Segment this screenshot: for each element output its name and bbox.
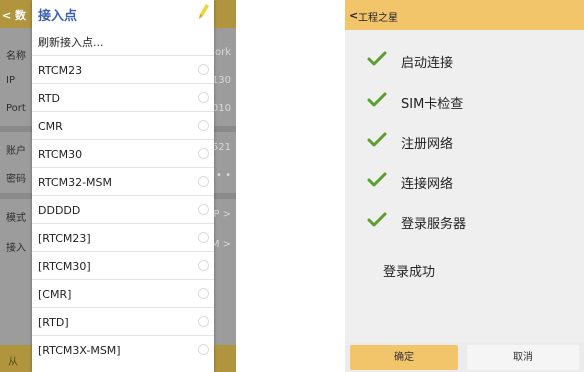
status-step-label: 连接网络 <box>401 177 454 192</box>
radio-button[interactable] <box>198 176 209 187</box>
check-icon <box>367 172 387 187</box>
bottom-button-bar: 确定 取消 <box>345 342 584 372</box>
list-item-label: [RTCM23] <box>38 232 91 245</box>
status-step-start-connection: 启动连接 <box>367 49 567 71</box>
status-step-label: 登录服务器 <box>401 217 467 232</box>
pencil-icon[interactable] <box>199 4 209 20</box>
row-label: 接入 <box>6 243 26 254</box>
list-item-label: [CMR] <box>38 288 72 301</box>
top-bar: < 工程之星 <box>345 0 584 30</box>
confirm-button[interactable]: 确定 <box>350 345 458 370</box>
background-back-label: 数 <box>15 9 27 22</box>
login-result-text: 登录成功 <box>383 265 436 280</box>
radio-button[interactable] <box>198 148 209 159</box>
list-item-label: RTCM30 <box>38 148 83 161</box>
radio-button[interactable] <box>198 260 209 271</box>
list-item[interactable]: RTCM30 <box>32 139 214 167</box>
row-value: 521 <box>211 142 231 153</box>
page-title: 工程之星 <box>358 13 398 24</box>
status-step-sim-check: SIM卡检查 <box>367 90 567 112</box>
radio-button[interactable] <box>198 344 209 355</box>
row-value: • • <box>216 170 231 181</box>
list-item-label: DDDDD <box>38 204 81 217</box>
check-icon <box>367 92 387 107</box>
right-phone-screen: < 工程之星 启动连接 SIM卡检查 注册网络 连接网络 登录服务器 登录成功 … <box>345 0 584 372</box>
list-item[interactable]: RTCM32-MSM <box>32 167 214 195</box>
row-label: 名称 <box>6 51 26 62</box>
radio-button[interactable] <box>198 92 209 103</box>
row-value: 130 <box>211 75 231 86</box>
check-icon <box>367 132 387 147</box>
list-item[interactable]: [RTCM30] <box>32 251 214 279</box>
list-item[interactable]: [RTCM23] <box>32 223 214 251</box>
radio-button[interactable] <box>198 204 209 215</box>
dialog-title: 接入点 <box>38 9 78 24</box>
status-step-login-server: 登录服务器 <box>367 210 567 232</box>
connection-status-panel: 启动连接 SIM卡检查 注册网络 连接网络 登录服务器 <box>345 30 584 342</box>
status-step-connect-network: 连接网络 <box>367 170 567 192</box>
row-value: ork <box>214 47 231 58</box>
access-point-dialog: 接入点 刷新接入点... RTCM23 RTD CMR RTCM30 RTCM3… <box>32 0 214 372</box>
list-item-label: CMR <box>38 120 63 133</box>
radio-button[interactable] <box>198 316 209 327</box>
row-label: Port <box>6 103 26 114</box>
background-bottom-label: 从 <box>8 357 18 368</box>
list-item[interactable]: [CMR] <box>32 279 214 307</box>
list-item[interactable]: DDDDD <box>32 195 214 223</box>
radio-button[interactable] <box>198 120 209 131</box>
list-item-label: [RTCM30] <box>38 260 91 273</box>
status-step-label: 注册网络 <box>401 137 454 152</box>
check-icon <box>367 51 387 66</box>
list-item-label: [RTD] <box>38 316 69 329</box>
status-step-label: 启动连接 <box>401 56 454 71</box>
status-step-label: SIM卡检查 <box>401 97 464 112</box>
check-icon <box>367 212 387 227</box>
row-label: 模式 <box>6 213 26 224</box>
list-item[interactable]: RTCM23 <box>32 55 214 83</box>
row-label: 密码 <box>6 174 26 185</box>
row-label: IP <box>6 75 15 86</box>
list-item-label: RTCM32-MSM <box>38 176 113 189</box>
list-item[interactable]: CMR <box>32 111 214 139</box>
status-step-register-network: 注册网络 <box>367 130 567 152</box>
list-item-label: [RTCM3X-MSM] <box>38 344 121 357</box>
radio-button[interactable] <box>198 64 209 75</box>
radio-button[interactable] <box>198 288 209 299</box>
back-chevron-icon[interactable]: < <box>349 9 358 22</box>
radio-button[interactable] <box>198 232 209 243</box>
refresh-access-points-button[interactable]: 刷新接入点... <box>38 34 104 50</box>
list-item-label: RTCM23 <box>38 64 83 77</box>
cancel-button[interactable]: 取消 <box>467 345 579 370</box>
list-item[interactable]: [RTCM3X-MSM] <box>32 335 214 363</box>
list-item-label: RTD <box>38 92 61 105</box>
row-label: 账户 <box>6 146 26 157</box>
background-back-button[interactable]: < 数 <box>2 7 26 23</box>
list-item[interactable]: RTD <box>32 83 214 111</box>
left-phone-screen: < 数 名称 ork IP 130 Port 2010 账户 521 密码 • … <box>0 0 236 372</box>
list-item[interactable]: [RTD] <box>32 307 214 335</box>
